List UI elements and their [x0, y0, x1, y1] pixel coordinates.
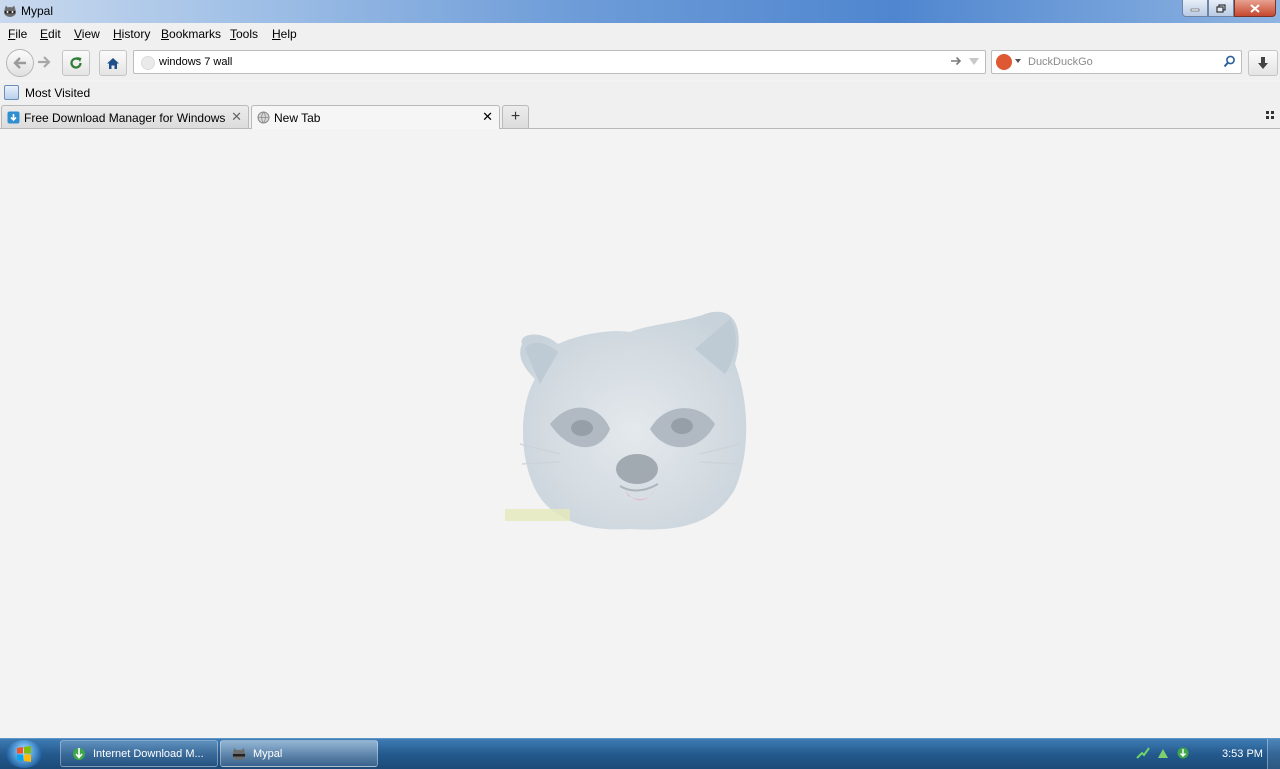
menu-edit-accel: E	[40, 27, 49, 41]
reload-button[interactable]	[62, 50, 90, 76]
raccoon-logo-icon	[505, 311, 747, 530]
tab-title: Free Download Manager for Windows | Do..…	[24, 111, 229, 125]
start-button[interactable]	[6, 740, 42, 768]
title-bar: Mypal	[0, 0, 1280, 23]
forward-button[interactable]	[33, 52, 55, 72]
home-icon	[107, 57, 119, 69]
engine-dropdown-icon[interactable]	[1015, 59, 1021, 63]
tab-title: New Tab	[274, 111, 321, 125]
menu-bookmarks-label: ookmarks	[169, 27, 222, 41]
minimize-button[interactable]	[1182, 0, 1208, 17]
duckduckgo-engine-icon[interactable]	[996, 54, 1012, 70]
menu-edit[interactable]: Edit	[40, 27, 61, 41]
new-tab-page	[0, 129, 1280, 738]
menu-history[interactable]: History	[113, 27, 150, 41]
forward-arrow-icon	[38, 56, 51, 68]
tab-free-download-manager[interactable]: Free Download Manager for Windows | Do..…	[1, 105, 249, 128]
tab-close-icon[interactable]: ✕	[231, 110, 242, 123]
mypal-app-icon	[4, 5, 16, 17]
back-button[interactable]	[6, 49, 34, 77]
menu-history-label: istory	[121, 27, 151, 41]
menu-help-accel: H	[272, 27, 281, 41]
url-history-dropdown-icon[interactable]	[967, 54, 981, 68]
menu-tools-label: ools	[236, 27, 259, 41]
restore-button[interactable]	[1208, 0, 1234, 17]
menu-view-label: iew	[81, 27, 100, 41]
menu-bookmarks[interactable]: Bookmarks	[161, 27, 221, 41]
menu-edit-label: dit	[48, 27, 61, 41]
menu-bookmarks-accel: B	[161, 27, 170, 41]
tab-strip: Free Download Manager for Windows | Do..…	[0, 104, 1280, 129]
menu-view-accel: V	[74, 27, 82, 41]
bookmarks-toolbar: Most Visited	[0, 82, 1280, 104]
site-identity-icon[interactable]	[141, 56, 155, 70]
search-icon[interactable]	[1223, 55, 1236, 68]
task-label: Internet Download M...	[93, 747, 204, 760]
search-input[interactable]	[1028, 54, 1213, 70]
bookmark-folder-icon	[4, 85, 19, 100]
tab-new-tab[interactable]: New Tab ✕	[251, 105, 500, 129]
restore-icon	[1216, 3, 1226, 13]
search-bar	[991, 50, 1242, 74]
back-arrow-icon	[13, 57, 26, 69]
reload-icon	[70, 57, 82, 69]
network-activity-icon[interactable]	[1136, 746, 1150, 760]
window-controls	[1182, 0, 1276, 18]
mypal-raccoon-icon	[232, 747, 246, 760]
most-visited-label: Most Visited	[25, 85, 91, 100]
task-internet-download-manager[interactable]: Internet Download M...	[60, 740, 218, 767]
close-window-button[interactable]	[1234, 0, 1276, 17]
show-desktop-button[interactable]	[1267, 739, 1280, 769]
url-bar	[133, 50, 986, 74]
system-tray	[1136, 746, 1190, 760]
menu-help[interactable]: Help	[272, 27, 297, 41]
menu-bar: File Edit View History Bookmarks Tools H…	[0, 23, 1280, 44]
tab-close-icon[interactable]: ✕	[482, 110, 493, 123]
idm-tray-icon[interactable]	[1176, 746, 1190, 760]
menu-help-label: elp	[280, 27, 297, 41]
plus-icon: +	[510, 108, 521, 125]
network-icon[interactable]	[1156, 746, 1170, 760]
idm-globe-icon	[73, 747, 85, 760]
url-input[interactable]	[159, 54, 919, 70]
home-button[interactable]	[99, 50, 127, 76]
close-icon	[1250, 3, 1260, 13]
menu-file[interactable]: File	[8, 27, 27, 41]
most-visited-bookmark[interactable]: Most Visited	[4, 85, 90, 100]
taskbar-clock[interactable]: 3:53 PM	[1222, 748, 1263, 760]
globe-icon	[257, 111, 270, 124]
taskbar: Internet Download M... Mypal 3:53 PM	[0, 738, 1280, 769]
window-title: Mypal	[21, 4, 54, 18]
go-arrow-icon[interactable]	[949, 54, 963, 68]
task-label: Mypal	[253, 747, 283, 760]
downloads-button[interactable]	[1248, 50, 1278, 76]
fdm-favicon-icon	[7, 111, 20, 124]
menu-view[interactable]: View	[74, 27, 100, 41]
task-mypal[interactable]: Mypal	[220, 740, 378, 767]
download-arrow-icon	[1258, 57, 1268, 69]
menu-history-accel: H	[113, 27, 122, 41]
minimize-icon	[1190, 8, 1200, 12]
windows-logo-icon	[17, 746, 31, 762]
new-tab-button[interactable]: +	[502, 105, 529, 128]
menu-file-label: ile	[15, 27, 28, 41]
menu-tools[interactable]: Tools	[230, 27, 258, 41]
navigation-toolbar	[0, 44, 1280, 80]
tab-grid-icon[interactable]	[1266, 111, 1274, 119]
